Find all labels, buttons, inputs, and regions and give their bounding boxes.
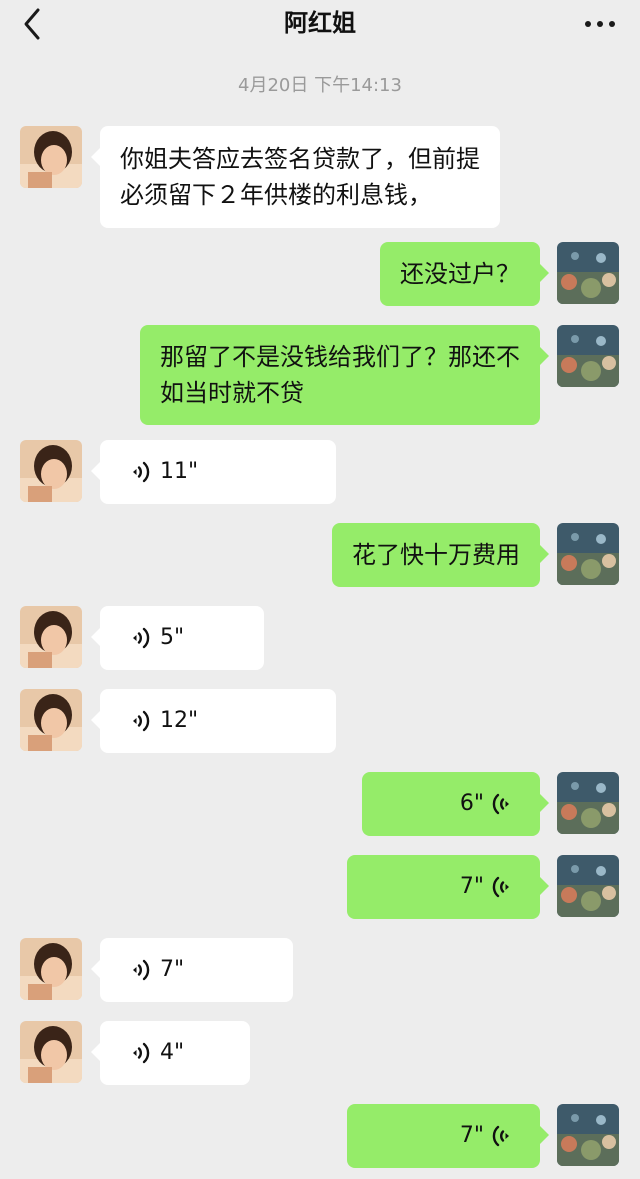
outgoing-voice-message[interactable]: 7": [347, 855, 549, 919]
voice-wave-icon: [492, 875, 514, 899]
incoming-voice-message[interactable]: 5": [91, 606, 264, 670]
voice-duration: 7": [459, 1123, 484, 1148]
avatar[interactable]: [20, 606, 82, 668]
voice-wave-icon: [128, 1041, 150, 1065]
avatar[interactable]: [20, 1021, 82, 1083]
voice-duration: 6": [459, 791, 484, 816]
message-text-line: 还没过户？: [400, 260, 520, 288]
avatar[interactable]: [20, 126, 82, 188]
message-text-line: 如当时就不贷: [160, 379, 304, 407]
voice-duration: 4": [160, 1040, 185, 1065]
voice-wave-icon: [128, 958, 150, 982]
voice-duration: 11": [160, 459, 199, 484]
voice-wave-icon: [492, 792, 514, 816]
outgoing-message-bubble[interactable]: 花了快十万费用: [332, 523, 549, 587]
incoming-voice-message[interactable]: 11": [91, 440, 336, 504]
message-text-line: 花了快十万费用: [352, 541, 520, 569]
avatar[interactable]: [20, 689, 82, 751]
chat-header: 阿红姐: [0, 0, 640, 48]
more-dots-icon: [585, 21, 615, 27]
message-timestamp: 4月20日 下午14:13: [238, 75, 402, 96]
voice-duration: 7": [160, 957, 185, 982]
outgoing-message-bubble[interactable]: 那留了不是没钱给我们了？那还不 如当时就不贷: [140, 325, 549, 425]
outgoing-message-bubble[interactable]: 还没过户？: [380, 242, 549, 306]
avatar[interactable]: [20, 938, 82, 1000]
voice-duration: 7": [459, 874, 484, 899]
avatar[interactable]: [557, 523, 619, 585]
voice-wave-icon: [128, 709, 150, 733]
incoming-message-bubble[interactable]: 你姐夫答应去签名贷款了，但前提 必须留下２年供楼的利息钱，: [91, 126, 500, 228]
incoming-voice-message[interactable]: 7": [91, 938, 293, 1002]
avatar[interactable]: [557, 242, 619, 304]
avatar[interactable]: [20, 440, 82, 502]
voice-wave-icon: [128, 626, 150, 650]
message-text-line: 你姐夫答应去签名贷款了，但前提: [120, 145, 480, 173]
voice-duration: 12": [160, 708, 199, 733]
chat-title: 阿红姐: [284, 9, 356, 37]
incoming-voice-message[interactable]: 4": [91, 1021, 250, 1085]
message-text-line: 那留了不是没钱给我们了？那还不: [160, 343, 520, 371]
message-text-line: 必须留下２年供楼的利息钱，: [120, 181, 432, 209]
outgoing-voice-message[interactable]: 7": [347, 1104, 549, 1168]
avatar[interactable]: [557, 1104, 619, 1166]
voice-duration: 5": [160, 625, 185, 650]
more-button[interactable]: [582, 10, 618, 38]
avatar[interactable]: [557, 855, 619, 917]
avatar[interactable]: [557, 772, 619, 834]
voice-wave-icon: [492, 1124, 514, 1148]
voice-wave-icon: [128, 460, 150, 484]
incoming-voice-message[interactable]: 12": [91, 689, 336, 753]
avatar[interactable]: [557, 325, 619, 387]
outgoing-voice-message[interactable]: 6": [362, 772, 549, 836]
